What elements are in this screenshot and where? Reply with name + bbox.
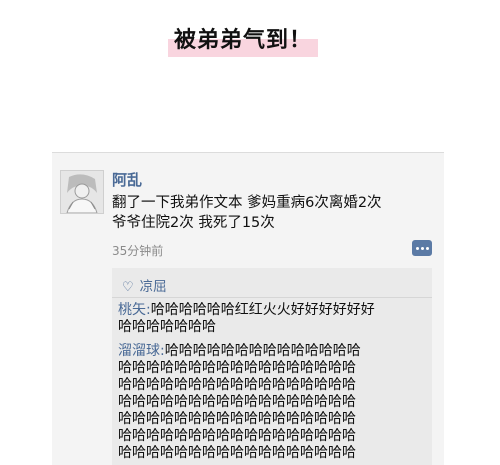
comment-text-line: 哈哈哈哈哈哈哈哈哈哈哈哈哈哈哈哈哈 <box>118 445 356 461</box>
banner: 被弟弟气到！ <box>0 0 500 150</box>
comment-text-line: 哈哈哈哈哈哈哈哈哈哈哈哈哈哈 <box>164 343 361 359</box>
comment-text-line: 哈哈哈哈哈哈红红火火好好好好好好 <box>150 302 375 318</box>
like-names: 凉屈 <box>139 279 167 295</box>
comment-text-line: 哈哈哈哈哈哈哈哈哈哈哈哈哈哈哈哈哈 <box>118 428 356 444</box>
post-timestamp: 35分钟前 <box>112 244 164 258</box>
comment-text-line: 哈哈哈哈哈哈哈哈哈哈哈哈哈哈哈哈哈 <box>118 394 356 410</box>
comment[interactable]: 溜溜球:哈哈哈哈哈哈哈哈哈哈哈哈哈哈 哈哈哈哈哈哈哈哈哈哈哈哈哈哈哈哈哈 哈哈哈… <box>118 343 428 462</box>
comment[interactable]: 桃矢:哈哈哈哈哈哈红红火火好好好好好好 哈哈哈哈哈哈哈 <box>118 302 428 336</box>
comment-text-line: 哈哈哈哈哈哈哈哈哈哈哈哈哈哈哈哈哈 <box>118 360 356 376</box>
dot-icon <box>426 247 429 250</box>
avatar-illustration-icon <box>61 171 103 213</box>
username[interactable]: 阿乱 <box>112 169 142 190</box>
heart-icon: ♡ <box>122 280 134 295</box>
divider <box>112 297 432 298</box>
post-text-line: 翻了一下我弟作文本 爹妈重病6次离婚2次 <box>112 195 382 211</box>
comment-more-button[interactable] <box>412 240 432 256</box>
dot-icon <box>416 247 419 250</box>
post-text-line: 爷爷住院2次 我死了15次 <box>112 215 275 231</box>
comment-text-line: 哈哈哈哈哈哈哈哈哈哈哈哈哈哈哈哈哈 <box>118 377 356 393</box>
headline-highlight: 被弟弟气到！ <box>168 27 319 57</box>
post-card: 阿乱 翻了一下我弟作文本 爹妈重病6次离婚2次 爷爷住院2次 我死了15次 35… <box>52 152 444 465</box>
comment-author[interactable]: 溜溜球: <box>118 343 165 359</box>
comment-text-line: 哈哈哈哈哈哈哈 <box>118 319 216 335</box>
post-text: 翻了一下我弟作文本 爹妈重病6次离婚2次 爷爷住院2次 我死了15次 <box>112 193 432 233</box>
dot-icon <box>421 247 424 250</box>
comments-panel: ♡ 凉屈 桃矢:哈哈哈哈哈哈红红火火好好好好好好 哈哈哈哈哈哈哈 溜溜球:哈哈哈哈… <box>112 268 432 465</box>
avatar[interactable] <box>60 170 104 214</box>
likes-row[interactable]: ♡ 凉屈 <box>122 275 167 295</box>
comment-author[interactable]: 桃矢: <box>118 302 151 318</box>
comment-text-line: 哈哈哈哈哈哈哈哈哈哈哈哈哈哈哈哈哈 <box>118 411 356 427</box>
headline: 被弟弟气到！ <box>174 28 313 53</box>
